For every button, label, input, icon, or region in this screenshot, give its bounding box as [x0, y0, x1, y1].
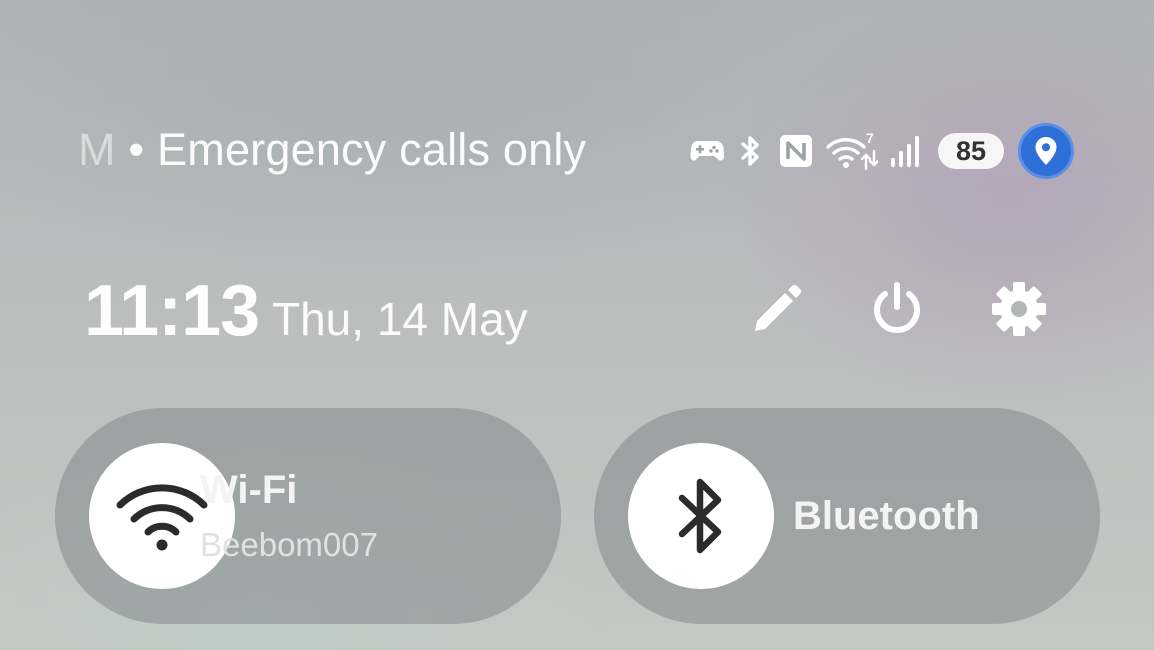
power-button[interactable]	[862, 274, 932, 344]
power-icon	[868, 280, 926, 338]
bluetooth-toggle[interactable]	[628, 443, 774, 589]
location-pin-icon	[1034, 136, 1058, 166]
wifi-toggle[interactable]	[89, 443, 235, 589]
wifi-tile-title: Wi-Fi	[200, 468, 298, 512]
carrier-status: M • Emergency calls only	[78, 124, 586, 176]
bluetooth-icon	[738, 134, 764, 168]
wifi-7-icon: 7	[826, 131, 878, 171]
location-indicator[interactable]	[1018, 123, 1074, 179]
carrier-text: • Emergency calls only	[128, 124, 587, 175]
battery-level-badge: 85	[938, 133, 1004, 169]
status-icons: 7 85	[690, 123, 1074, 179]
settings-button[interactable]	[984, 274, 1054, 344]
nfc-icon	[778, 134, 814, 168]
svg-text:7: 7	[866, 131, 874, 146]
battery-level: 85	[955, 135, 987, 166]
cellular-signal-icon	[888, 134, 924, 168]
edit-icon	[749, 281, 805, 337]
settings-gear-icon	[990, 280, 1048, 338]
game-controller-icon	[690, 138, 724, 164]
bluetooth-icon	[676, 474, 726, 558]
carrier-fragment: M	[78, 124, 116, 175]
wifi-icon	[116, 481, 208, 551]
wifi-network-name: Beebom007	[200, 526, 378, 563]
status-bar: M • Emergency calls only 7 85	[0, 0, 1154, 300]
date[interactable]: Thu, 14 May	[272, 292, 528, 346]
clock[interactable]: 11:13	[84, 270, 260, 352]
bluetooth-tile-title: Bluetooth	[793, 494, 980, 538]
edit-button[interactable]	[742, 274, 812, 344]
wifi-tile[interactable]	[55, 408, 561, 624]
